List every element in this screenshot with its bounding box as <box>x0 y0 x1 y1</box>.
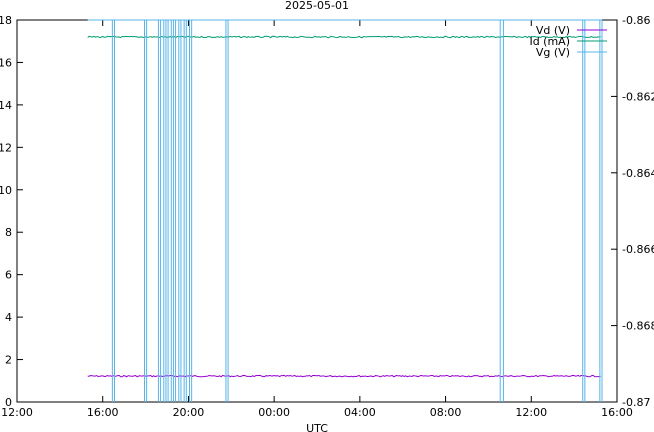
x-tick-label: 04:00 <box>344 406 376 419</box>
x-axis: 12:00 16:00 20:00 00:00 04:00 08:00 12:00 16:00 <box>1 20 633 419</box>
plot-border <box>16 19 618 403</box>
left-tick-label: 2 <box>5 354 12 367</box>
legend-label: Vg (V) <box>536 46 570 59</box>
x-tick-label: 00:00 <box>258 406 290 419</box>
x-tick-label: 16:00 <box>601 406 633 419</box>
right-tick-label: -0.862 <box>622 90 654 103</box>
x-tick-label: 16:00 <box>87 406 119 419</box>
left-tick-label: 10 <box>0 184 12 197</box>
plot-frame <box>16 19 618 403</box>
series-line-id <box>87 35 601 39</box>
right-tick-label: -0.868 <box>622 320 654 333</box>
x-tick-label: 12:00 <box>1 406 33 419</box>
chart-title: 2025-05-01 <box>285 0 349 12</box>
series-line-vd <box>87 374 601 378</box>
left-tick-label: 14 <box>0 99 12 112</box>
x-axis-label: UTC <box>306 422 328 432</box>
right-tick-label: -0.866 <box>622 243 654 256</box>
series-layer <box>87 19 603 402</box>
right-tick-label: -0.86 <box>622 14 650 27</box>
x-tick-label: 12:00 <box>515 406 547 419</box>
legend: Vd (V)Id (mA)Vg (V) <box>529 24 607 59</box>
left-tick-label: 16 <box>0 56 12 69</box>
left-axis: 024681012141618 <box>0 14 23 409</box>
x-tick-label: 20:00 <box>173 406 205 419</box>
right-tick-label: -0.864 <box>622 167 654 180</box>
left-tick-label: 12 <box>0 141 12 154</box>
left-tick-label: 8 <box>5 226 12 239</box>
left-tick-label: 6 <box>5 269 12 282</box>
left-tick-label: 18 <box>0 14 12 27</box>
x-tick-label: 08:00 <box>430 406 462 419</box>
chart: 2025-05-01 024681012141618 -0.87-0.868-0… <box>0 0 654 432</box>
left-tick-label: 4 <box>5 311 12 324</box>
